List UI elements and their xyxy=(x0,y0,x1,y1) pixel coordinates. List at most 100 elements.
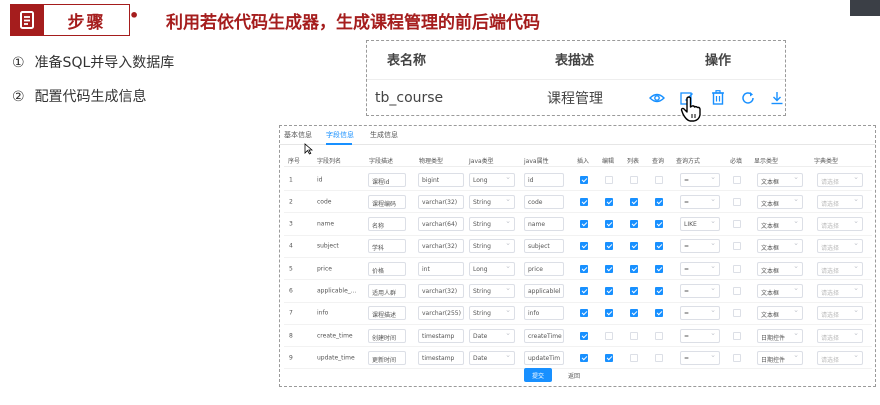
java-type-select[interactable]: String xyxy=(469,194,515,209)
list-checkbox[interactable] xyxy=(630,287,638,295)
query-checkbox[interactable] xyxy=(655,220,663,229)
dict-type-select[interactable]: 请选择 xyxy=(817,239,863,254)
eye-icon[interactable] xyxy=(649,90,665,106)
dict-type-select[interactable]: 请选择 xyxy=(817,328,863,343)
required-checkbox[interactable] xyxy=(733,220,741,229)
query-checkbox[interactable] xyxy=(655,197,663,206)
physical-type-input[interactable]: timestamp xyxy=(418,350,464,365)
insert-checkbox[interactable] xyxy=(580,309,588,318)
physical-type-input[interactable]: varchar(32) xyxy=(418,239,464,254)
query-mode-select[interactable]: = xyxy=(680,261,720,276)
tab-gen-info[interactable]: 生成信息 xyxy=(370,130,398,140)
display-type-select[interactable]: 日期控件 xyxy=(757,328,803,343)
dict-type-select[interactable]: 请选择 xyxy=(817,172,863,187)
query-checkbox[interactable] xyxy=(655,287,663,295)
submit-button[interactable]: 提交 xyxy=(524,368,552,382)
trash-icon[interactable] xyxy=(710,90,726,106)
java-type-select[interactable]: Long xyxy=(469,261,515,276)
required-checkbox[interactable] xyxy=(733,264,741,273)
java-type-select[interactable]: Long xyxy=(469,172,515,187)
query-checkbox[interactable] xyxy=(655,309,663,318)
list-checkbox[interactable] xyxy=(630,220,638,229)
dict-type-select[interactable]: 请选择 xyxy=(817,306,863,321)
list-checkbox[interactable] xyxy=(630,264,638,273)
java-prop-input[interactable]: subject xyxy=(524,239,564,254)
dict-type-select[interactable]: 请选择 xyxy=(817,194,863,209)
java-type-select[interactable]: String xyxy=(469,239,515,254)
edit-checkbox[interactable] xyxy=(605,175,613,184)
edit-checkbox[interactable] xyxy=(605,220,613,229)
java-prop-input[interactable]: code xyxy=(524,194,564,209)
query-checkbox[interactable] xyxy=(655,242,663,251)
dict-type-select[interactable]: 请选择 xyxy=(817,284,863,298)
edit-checkbox[interactable] xyxy=(605,309,613,318)
required-checkbox[interactable] xyxy=(733,331,741,340)
column-desc-input[interactable]: 课程描述 xyxy=(368,306,406,321)
display-type-select[interactable]: 文本框 xyxy=(757,194,803,209)
column-desc-input[interactable]: 更新时间 xyxy=(368,350,406,365)
display-type-select[interactable]: 文本框 xyxy=(757,306,803,321)
query-checkbox[interactable] xyxy=(655,353,663,362)
required-checkbox[interactable] xyxy=(733,175,741,184)
display-type-select[interactable]: 文本框 xyxy=(757,261,803,276)
query-checkbox[interactable] xyxy=(655,264,663,273)
edit-checkbox[interactable] xyxy=(605,242,613,251)
java-prop-input[interactable]: updateTim xyxy=(524,350,564,365)
physical-type-input[interactable]: varchar(255) xyxy=(418,306,464,321)
column-desc-input[interactable]: 适用人群 xyxy=(368,284,406,298)
java-prop-input[interactable]: name xyxy=(524,217,564,232)
java-type-select[interactable]: String xyxy=(469,306,515,321)
insert-checkbox[interactable] xyxy=(580,331,588,340)
column-desc-input[interactable]: 课程id xyxy=(368,172,406,187)
display-type-select[interactable]: 文本框 xyxy=(757,217,803,232)
list-checkbox[interactable] xyxy=(630,309,638,318)
java-prop-input[interactable]: info xyxy=(524,306,564,321)
query-checkbox[interactable] xyxy=(655,175,663,184)
query-mode-select[interactable]: = xyxy=(680,328,720,343)
query-mode-select[interactable]: = xyxy=(680,172,720,187)
java-prop-input[interactable]: applicablel xyxy=(524,284,564,298)
insert-checkbox[interactable] xyxy=(580,287,588,295)
physical-type-input[interactable]: timestamp xyxy=(418,328,464,343)
tab-basic-info[interactable]: 基本信息 xyxy=(284,130,312,140)
query-mode-select[interactable]: = xyxy=(680,194,720,209)
column-desc-input[interactable]: 价格 xyxy=(368,261,406,276)
display-type-select[interactable]: 文本框 xyxy=(757,172,803,187)
physical-type-input[interactable]: varchar(64) xyxy=(418,217,464,232)
required-checkbox[interactable] xyxy=(733,309,741,318)
dict-type-select[interactable]: 请选择 xyxy=(817,350,863,365)
required-checkbox[interactable] xyxy=(733,353,741,362)
list-checkbox[interactable] xyxy=(630,331,638,340)
edit-checkbox[interactable] xyxy=(605,331,613,340)
query-checkbox[interactable] xyxy=(655,331,663,340)
insert-checkbox[interactable] xyxy=(580,353,588,362)
refresh-icon[interactable] xyxy=(740,90,756,106)
display-type-select[interactable]: 文本框 xyxy=(757,239,803,254)
dict-type-select[interactable]: 请选择 xyxy=(817,261,863,276)
edit-checkbox[interactable] xyxy=(605,287,613,295)
java-prop-input[interactable]: price xyxy=(524,261,564,276)
edit-checkbox[interactable] xyxy=(605,264,613,273)
java-type-select[interactable]: Date xyxy=(469,328,515,343)
edit-checkbox[interactable] xyxy=(605,353,613,362)
column-desc-input[interactable]: 创建时间 xyxy=(368,328,406,343)
insert-checkbox[interactable] xyxy=(580,220,588,229)
list-checkbox[interactable] xyxy=(630,197,638,206)
java-prop-input[interactable]: id xyxy=(524,172,564,187)
back-button[interactable]: 返回 xyxy=(562,368,586,382)
physical-type-input[interactable]: bigint xyxy=(418,172,464,187)
query-mode-select[interactable]: = xyxy=(680,350,720,365)
display-type-select[interactable]: 文本框 xyxy=(757,284,803,298)
required-checkbox[interactable] xyxy=(733,197,741,206)
physical-type-input[interactable]: int xyxy=(418,261,464,276)
display-type-select[interactable]: 日期控件 xyxy=(757,350,803,365)
tab-field-info[interactable]: 字段信息 xyxy=(326,130,354,140)
java-prop-input[interactable]: createTime xyxy=(524,328,564,343)
java-type-select[interactable]: String xyxy=(469,217,515,232)
query-mode-select[interactable]: = xyxy=(680,284,720,298)
insert-checkbox[interactable] xyxy=(580,175,588,184)
query-mode-select[interactable]: = xyxy=(680,239,720,254)
list-checkbox[interactable] xyxy=(630,242,638,251)
list-checkbox[interactable] xyxy=(630,353,638,362)
required-checkbox[interactable] xyxy=(733,242,741,251)
